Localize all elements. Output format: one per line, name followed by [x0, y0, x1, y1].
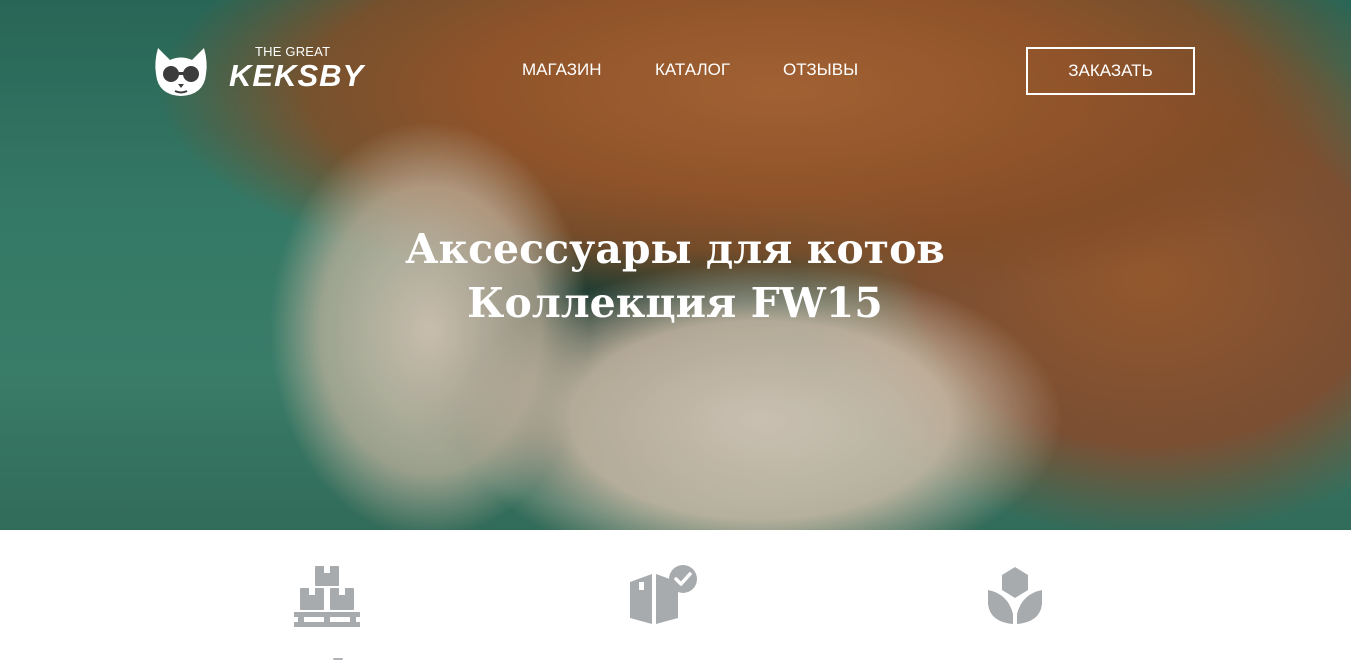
logo-tagline: THE GREAT: [255, 44, 331, 59]
logo[interactable]: THE GREAT KEKSBY: [154, 40, 364, 100]
hero-title-line-1: Аксессуары для котов: [405, 225, 945, 273]
logo-name: KEKSBY: [229, 58, 365, 93]
hero-title-line-2: Коллекция FW15: [467, 279, 883, 327]
boxes-pallet-icon: [294, 566, 360, 627]
flower-icon: [988, 567, 1042, 624]
nav-link-shop[interactable]: МАГАЗИН: [522, 60, 601, 80]
nav-link-reviews[interactable]: ОТЗЫВЫ: [783, 60, 858, 80]
order-button[interactable]: ЗАКАЗАТЬ: [1026, 47, 1195, 95]
nav-link-catalog[interactable]: КАТАЛОГ: [655, 60, 730, 80]
hero-title: Аксессуары для котов Коллекция FW15: [275, 222, 1075, 330]
features-section: [0, 530, 1351, 663]
cat-logo-icon: [155, 48, 207, 96]
box-check-icon: [630, 565, 697, 624]
next-section-edge: [333, 658, 343, 660]
